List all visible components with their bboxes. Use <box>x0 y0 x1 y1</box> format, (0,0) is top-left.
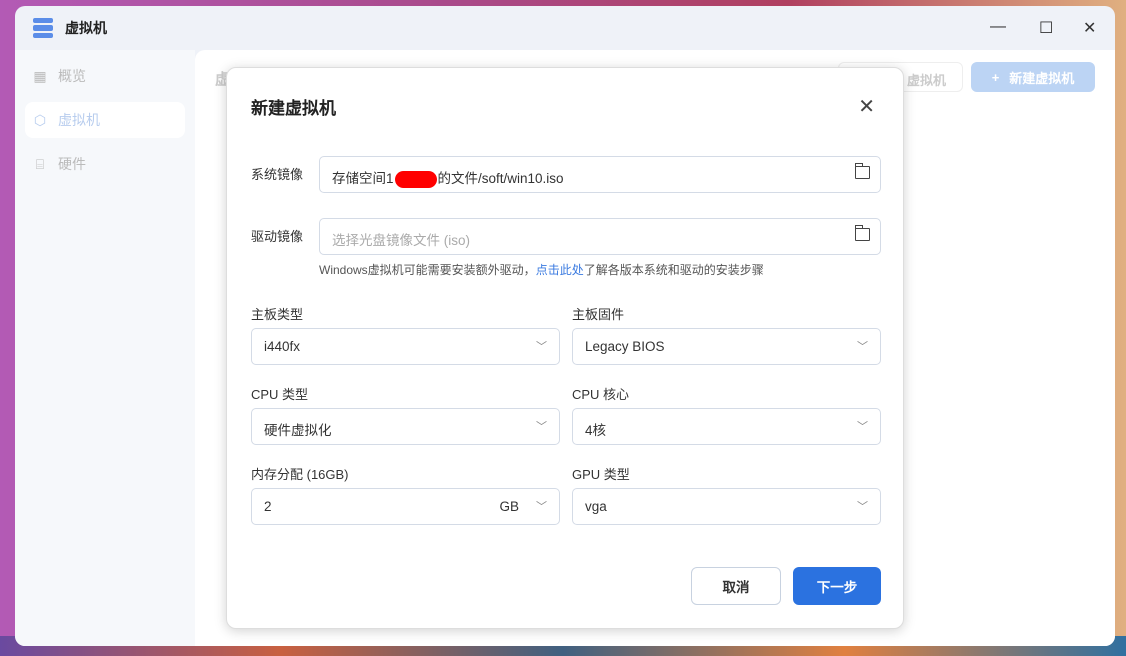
hint-text: 了解各版本系统和驱动的安装步骤 <box>583 263 764 277</box>
select-value: vga <box>585 499 607 514</box>
select-value: 硬件虚拟化 <box>264 423 332 438</box>
board-type-label: 主板类型 <box>251 307 304 322</box>
new-vm-dialog: 新建虚拟机 ✕ 系统镜像 存储空间1 的文件/soft/win10.iso 驱动镜… <box>226 67 904 629</box>
plus-icon: + <box>991 69 1000 85</box>
cpu-cores-label: CPU 核心 <box>572 387 630 402</box>
select-value: i440fx <box>264 339 301 354</box>
minimize-button[interactable]: — <box>990 18 1006 36</box>
hint-text: Windows虚拟机可能需要安装额外驱动， <box>319 263 536 277</box>
memory-value: 2 <box>264 499 272 514</box>
folder-icon[interactable] <box>854 163 870 179</box>
close-window-button[interactable]: ✕ <box>1083 18 1096 38</box>
hint-link[interactable]: 点击此处 <box>536 263 584 277</box>
sidebar-item-label: 虚拟机 <box>58 112 100 128</box>
chevron-down-icon: ﹀ <box>536 421 547 433</box>
sidebar: ▦ 概览 ⬡ 虚拟机 ⌸ 硬件 <box>15 50 195 646</box>
memory-input[interactable]: 2 GB ﹀ <box>251 488 560 525</box>
memory-label: 内存分配 (16GB) <box>251 467 349 482</box>
dialog-title: 新建虚拟机 <box>251 99 336 118</box>
cpu-cores-select[interactable]: 4核 ﹀ <box>572 408 881 445</box>
select-value: 4核 <box>585 423 607 438</box>
chevron-down-icon[interactable]: ﹀ <box>536 498 547 514</box>
chevron-down-icon: ﹀ <box>536 341 547 353</box>
cube-icon: ⬡ <box>33 111 47 128</box>
placeholder: 选择光盘镜像文件 (iso) <box>332 233 470 248</box>
close-icon[interactable]: ✕ <box>858 94 875 119</box>
sidebar-item-label: 硬件 <box>58 156 86 172</box>
gpu-type-label: GPU 类型 <box>572 467 630 482</box>
cpu-type-select[interactable]: 硬件虚拟化 ﹀ <box>251 408 560 445</box>
gpu-type-select[interactable]: vga ﹀ <box>572 488 881 525</box>
maximize-button[interactable]: ☐ <box>1039 18 1053 38</box>
board-firmware-select[interactable]: Legacy BIOS ﹀ <box>572 328 881 365</box>
cpu-type-label: CPU 类型 <box>251 387 309 402</box>
cancel-button[interactable]: 取消 <box>691 567 781 605</box>
chevron-down-icon: ﹀ <box>857 501 868 513</box>
board-firmware-label: 主板固件 <box>572 307 625 322</box>
new-vm-button[interactable]: + 新建虚拟机 <box>971 62 1095 92</box>
title-bar: 虚拟机 — ☐ ✕ <box>15 6 1115 50</box>
board-type-select[interactable]: i440fx ﹀ <box>251 328 560 365</box>
grid-icon: ▦ <box>33 67 47 84</box>
system-image-label: 系统镜像 <box>251 167 304 182</box>
new-vm-label: 新建虚拟机 <box>1009 70 1075 86</box>
memory-unit: GB <box>499 499 519 514</box>
driver-image-input[interactable]: 选择光盘镜像文件 (iso) <box>319 218 881 255</box>
folder-icon[interactable] <box>854 225 870 241</box>
value-prefix: 存储空间1 <box>332 171 394 186</box>
sidebar-item-hardware[interactable]: ⌸ 硬件 <box>25 146 185 182</box>
chevron-down-icon: ﹀ <box>857 421 868 433</box>
sidebar-item-vm[interactable]: ⬡ 虚拟机 <box>25 102 185 138</box>
sidebar-item-label: 概览 <box>58 68 86 84</box>
next-button[interactable]: 下一步 <box>793 567 881 605</box>
sidebar-item-overview[interactable]: ▦ 概览 <box>25 58 185 94</box>
driver-image-label: 驱动镜像 <box>251 229 304 244</box>
value-suffix: 的文件/soft/win10.iso <box>437 171 564 186</box>
drive-icon: ⌸ <box>35 155 45 172</box>
chevron-down-icon: ﹀ <box>857 341 868 353</box>
window-title: 虚拟机 <box>65 20 107 36</box>
select-value: Legacy BIOS <box>585 339 665 354</box>
system-image-input[interactable]: 存储空间1 的文件/soft/win10.iso <box>319 156 881 193</box>
redaction-mark <box>394 170 437 188</box>
driver-hint: Windows虚拟机可能需要安装额外驱动，点击此处了解各版本系统和驱动的安装步骤 <box>319 261 764 278</box>
app-logo-icon <box>33 18 53 38</box>
